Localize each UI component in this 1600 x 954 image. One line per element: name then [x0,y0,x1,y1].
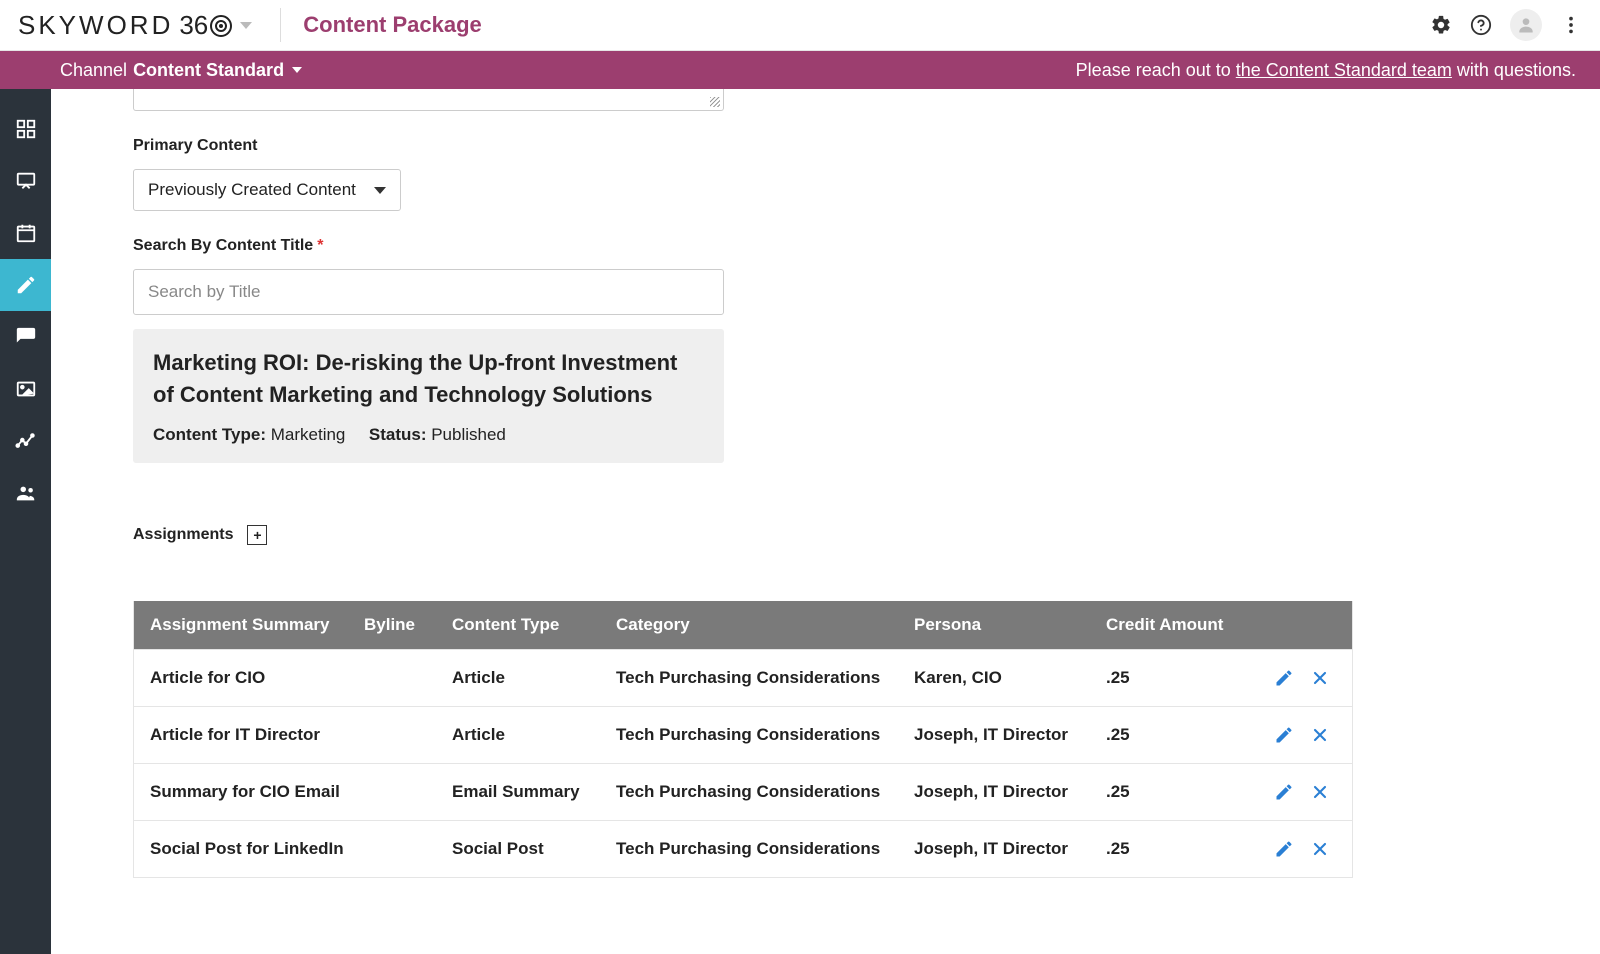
primary-content-select[interactable]: Previously Created Content [133,169,401,211]
add-assignment-button[interactable]: + [247,525,267,545]
top-bar: SKYWORD 36 Content Package [0,0,1600,51]
channel-caret-icon[interactable] [292,67,302,73]
result-title: Marketing ROI: De-risking the Up-front I… [153,347,704,411]
cell-type: Article [452,668,616,688]
cell-persona: Karen, CIO [914,668,1106,688]
cell-summary: Summary for CIO Email [134,782,364,802]
cell-credit: .25 [1106,725,1244,745]
delete-row-button[interactable] [1310,782,1330,802]
cell-credit: .25 [1106,668,1244,688]
th-credit: Credit Amount [1106,615,1244,635]
channel-bar: Channel Content Standard Please reach ou… [0,51,1600,89]
th-summary: Assignment Summary [134,615,364,635]
meta-type-value: Marketing [271,425,346,444]
meta-type-label: Content Type: [153,425,266,444]
th-category: Category [616,615,914,635]
notice-prefix: Please reach out to [1076,60,1236,80]
cell-category: Tech Purchasing Considerations [616,839,914,859]
help-icon[interactable] [1470,14,1492,36]
notice-link[interactable]: the Content Standard team [1236,60,1452,80]
sidebar-item-people[interactable] [0,467,51,519]
main-content: Primary Content Previously Created Conte… [51,89,1600,954]
edit-row-button[interactable] [1274,839,1294,859]
page-title: Content Package [303,12,482,38]
delete-row-button[interactable] [1310,725,1330,745]
brand-suffix: 36 [179,10,208,40]
delete-row-button[interactable] [1310,839,1330,859]
cell-category: Tech Purchasing Considerations [616,668,914,688]
meta-status-value: Published [431,425,506,444]
sidebar-item-presentation[interactable] [0,155,51,207]
th-type: Content Type [452,615,616,635]
brand-logo[interactable]: SKYWORD 36 [0,0,270,51]
image-icon [15,378,37,400]
search-label-text: Search By Content Title [133,237,313,254]
primary-content-label: Primary Content [133,137,1413,155]
dashboard-icon [15,118,37,140]
cell-summary: Social Post for LinkedIn [134,839,364,859]
cell-persona: Joseph, IT Director [914,725,1106,745]
notice-text: Please reach out to the Content Standard… [1076,60,1576,81]
cell-credit: .25 [1106,839,1244,859]
sidebar-item-image[interactable] [0,363,51,415]
edit-icon [15,274,37,296]
comment-icon [15,326,37,348]
brand-caret-icon[interactable] [240,22,252,29]
avatar[interactable] [1510,9,1542,41]
cell-category: Tech Purchasing Considerations [616,782,914,802]
cell-credit: .25 [1106,782,1244,802]
chevron-down-icon [374,187,386,194]
calendar-icon [15,222,37,244]
channel-label: Channel [60,60,127,81]
sidebar-item-comment[interactable] [0,311,51,363]
cell-category: Tech Purchasing Considerations [616,725,914,745]
sidebar [0,89,51,954]
edit-row-button[interactable] [1274,782,1294,802]
analytics-icon [15,430,37,452]
meta-status-label: Status: [369,425,427,444]
gear-icon[interactable] [1430,14,1452,36]
edit-row-button[interactable] [1274,668,1294,688]
search-result-card[interactable]: Marketing ROI: De-risking the Up-front I… [133,329,724,463]
cell-type: Article [452,725,616,745]
table-row: Article for IT Director ArticleTech Purch… [134,706,1352,763]
delete-row-button[interactable] [1310,668,1330,688]
brand-name: SKYWORD [18,10,173,41]
table-row: Summary for CIO Email Email SummaryTech P… [134,763,1352,820]
sidebar-item-dashboard[interactable] [0,103,51,155]
channel-value: Content Standard [133,60,284,81]
search-label: Search By Content Title* [133,237,1413,255]
th-persona: Persona [914,615,1106,635]
cell-summary: Article for IT Director [134,725,364,745]
notice-suffix: with questions. [1452,60,1576,80]
required-indicator: * [317,237,323,254]
primary-content-value: Previously Created Content [148,180,356,200]
cell-type: Email Summary [452,782,616,802]
table-row: Article for CIO ArticleTech Purchasing Co… [134,649,1352,706]
cell-persona: Joseph, IT Director [914,839,1106,859]
result-meta: Content Type: Marketing Status: Publishe… [153,425,704,445]
target-icon [210,15,232,37]
assignments-table: Assignment Summary Byline Content Type C… [133,601,1353,878]
cell-summary: Article for CIO [134,668,364,688]
presentation-icon [15,170,37,192]
cell-type: Social Post [452,839,616,859]
description-textarea[interactable] [133,89,724,111]
more-vert-icon[interactable] [1560,14,1582,36]
people-icon [15,482,37,504]
sidebar-item-calendar[interactable] [0,207,51,259]
th-byline: Byline [364,615,452,635]
sidebar-item-analytics[interactable] [0,415,51,467]
user-icon [1516,15,1536,35]
edit-row-button[interactable] [1274,725,1294,745]
table-header: Assignment Summary Byline Content Type C… [134,601,1352,649]
table-row: Social Post for LinkedIn Social PostTech … [134,820,1352,877]
assignments-label: Assignments [133,526,233,544]
divider [280,8,281,42]
cell-persona: Joseph, IT Director [914,782,1106,802]
sidebar-item-edit[interactable] [0,259,51,311]
search-input[interactable] [133,269,724,315]
